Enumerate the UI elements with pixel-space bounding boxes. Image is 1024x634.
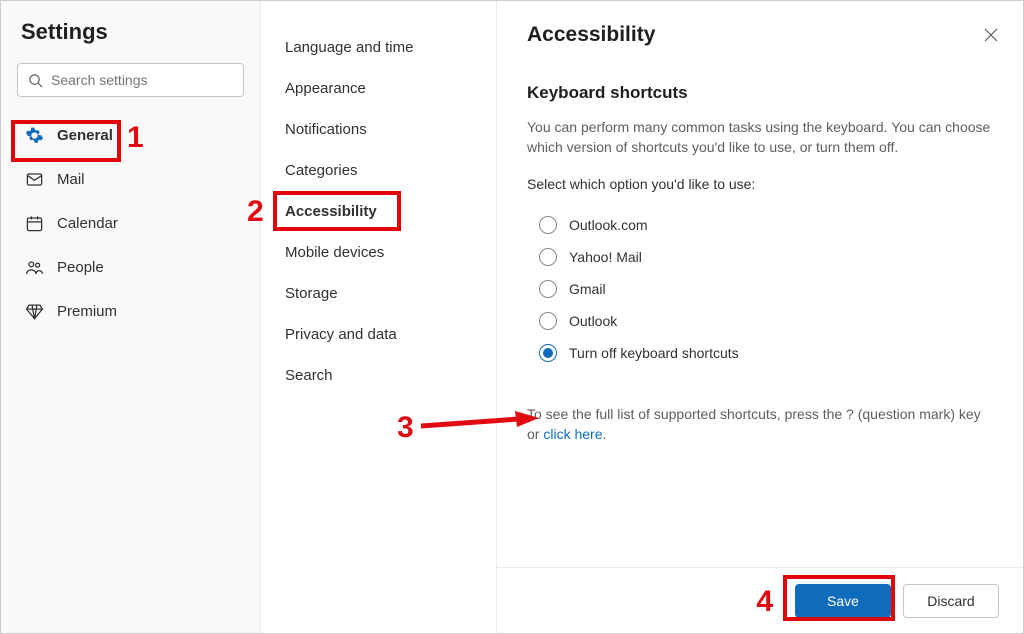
submenu-item-language-time[interactable]: Language and time [261, 27, 496, 68]
discard-button[interactable]: Discard [903, 584, 999, 618]
settings-panel: Accessibility Keyboard shortcuts You can… [497, 1, 1023, 633]
submenu-item-notifications[interactable]: Notifications [261, 109, 496, 150]
sidebar-item-label: People [57, 259, 104, 276]
calendar-icon [23, 214, 45, 233]
submenu-item-search[interactable]: Search [261, 355, 496, 396]
annotation-number-2: 2 [247, 195, 264, 229]
submenu-item-appearance[interactable]: Appearance [261, 68, 496, 109]
radio-icon [539, 344, 557, 362]
sidebar-item-calendar[interactable]: Calendar [17, 203, 244, 243]
radio-turn-off[interactable]: Turn off keyboard shortcuts [539, 344, 993, 362]
submenu-item-storage[interactable]: Storage [261, 273, 496, 314]
mail-icon [23, 170, 45, 189]
people-icon [23, 258, 45, 277]
sidebar-item-label: General [57, 127, 113, 144]
radio-group-shortcuts: Outlook.com Yahoo! Mail Gmail Outlook Tu… [539, 202, 993, 376]
radio-icon [539, 312, 557, 330]
settings-title: Settings [17, 19, 244, 45]
sidebar-item-premium[interactable]: Premium [17, 291, 244, 331]
radio-outlook-com[interactable]: Outlook.com [539, 216, 993, 234]
radio-label: Yahoo! Mail [569, 249, 642, 265]
diamond-icon [23, 302, 45, 321]
annotation-number-4: 4 [756, 585, 773, 619]
submenu-item-mobile-devices[interactable]: Mobile devices [261, 232, 496, 273]
search-settings-wrap[interactable] [17, 63, 244, 97]
search-input[interactable] [51, 72, 233, 88]
annotation-number-1: 1 [127, 121, 144, 155]
search-icon [28, 73, 43, 88]
radio-icon [539, 216, 557, 234]
sidebar-item-label: Mail [57, 171, 85, 188]
section-description: You can perform many common tasks using … [527, 117, 993, 158]
radio-label: Outlook.com [569, 217, 648, 233]
radio-gmail[interactable]: Gmail [539, 280, 993, 298]
save-button[interactable]: Save [795, 584, 891, 618]
radio-outlook[interactable]: Outlook [539, 312, 993, 330]
section-heading: Keyboard shortcuts [527, 83, 993, 103]
settings-submenu: Language and time Appearance Notificatio… [261, 1, 497, 633]
submenu-item-accessibility[interactable]: Accessibility [261, 191, 496, 232]
sidebar-item-mail[interactable]: Mail [17, 159, 244, 199]
close-button[interactable] [983, 27, 999, 48]
submenu-item-categories[interactable]: Categories [261, 150, 496, 191]
radio-label: Outlook [569, 313, 617, 329]
shortcuts-help-link[interactable]: click here [543, 426, 602, 442]
settings-sidebar: Settings General Mail Calendar [1, 1, 261, 633]
panel-title: Accessibility [527, 23, 993, 47]
help-text: To see the full list of supported shortc… [527, 404, 993, 445]
radio-icon [539, 280, 557, 298]
submenu-item-privacy-data[interactable]: Privacy and data [261, 314, 496, 355]
radio-icon [539, 248, 557, 266]
radio-label: Turn off keyboard shortcuts [569, 345, 739, 361]
radio-yahoo-mail[interactable]: Yahoo! Mail [539, 248, 993, 266]
gear-icon [23, 126, 45, 145]
sidebar-item-label: Premium [57, 303, 117, 320]
sidebar-item-label: Calendar [57, 215, 118, 232]
close-icon [983, 27, 999, 43]
select-label: Select which option you'd like to use: [527, 176, 993, 192]
radio-label: Gmail [569, 281, 606, 297]
sidebar-item-people[interactable]: People [17, 247, 244, 287]
annotation-number-3: 3 [397, 411, 414, 445]
